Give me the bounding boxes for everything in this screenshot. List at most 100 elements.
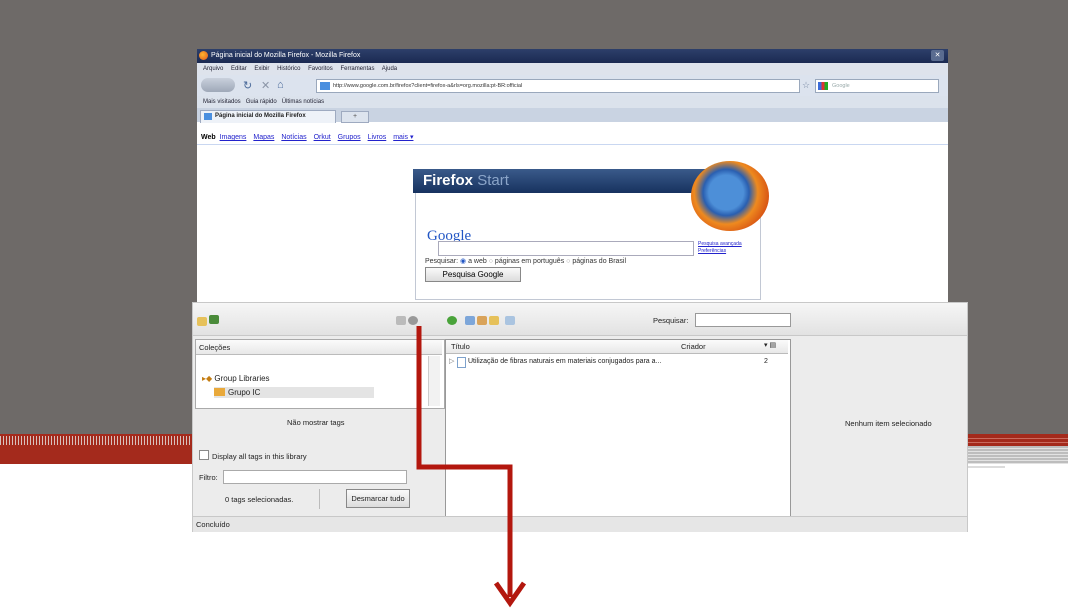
zotero-search-input[interactable]	[695, 313, 791, 327]
column-title[interactable]: Título	[451, 342, 470, 351]
table-row[interactable]: ▷ Utilização de fibras naturais em mater…	[446, 356, 788, 368]
window-titlebar: Página inicial do Mozilla Firefox - Mozi…	[197, 49, 948, 63]
close-icon[interactable]: ✕	[931, 50, 944, 61]
menu-favoritos[interactable]: Favoritos	[308, 66, 333, 72]
url-bar[interactable]: http://www.google.com.br/firefox?client=…	[316, 79, 800, 93]
collections-scrollbar[interactable]	[428, 356, 440, 406]
group-ic-item[interactable]: Grupo IC	[214, 387, 374, 398]
radio-pt-icon[interactable]: ○	[489, 258, 493, 265]
items-header: Título Criador ▾ ▤	[446, 340, 788, 354]
column-creator[interactable]: Criador	[681, 342, 706, 351]
collections-header: Coleções	[196, 340, 442, 355]
attachment-icon[interactable]	[489, 316, 499, 325]
stop-icon[interactable]: ✕	[261, 79, 270, 92]
stripe-hatch-left	[0, 436, 200, 445]
status-bar: Concluído	[193, 516, 967, 532]
navigation-toolbar: ↻ ✕ ⌂ http://www.google.com.br/firefox?c…	[197, 75, 948, 96]
filter-label: Filtro:	[199, 473, 218, 482]
preferences-link[interactable]: Preferências	[698, 248, 742, 255]
menu-exibir[interactable]: Exibir	[254, 66, 269, 72]
tab-title: Página inicial do Mozilla Firefox	[215, 113, 306, 119]
gbar-web: Web	[201, 134, 216, 141]
gbar-divider	[197, 144, 948, 145]
arrow-head-icon	[493, 581, 527, 608]
bookmark-mais-visitados[interactable]: Mais visitados	[203, 99, 241, 105]
items-pane: Título Criador ▾ ▤ ▷ Utilização de fibra…	[445, 339, 791, 517]
reload-icon[interactable]: ↻	[243, 79, 252, 92]
search-placeholder: Google	[832, 83, 850, 89]
deselect-all-button[interactable]: Desmarcar tudo	[346, 489, 410, 508]
menu-ajuda[interactable]: Ajuda	[382, 66, 397, 72]
gbar-imagens[interactable]: Imagens	[220, 134, 247, 141]
group-libraries-label: Group Libraries	[214, 374, 270, 383]
tag-footer-divider	[319, 489, 320, 509]
menu-arquivo[interactable]: Arquivo	[203, 66, 223, 72]
new-note-icon[interactable]	[477, 316, 487, 325]
document-icon	[457, 357, 466, 368]
google-icon	[818, 82, 828, 90]
tab-strip: Página inicial do Mozilla Firefox +	[197, 108, 948, 123]
zotero-toolbar: Pesquisar:	[193, 303, 967, 336]
item-title: Utilização de fibras naturais em materia…	[468, 358, 662, 365]
banner-start: Start	[477, 172, 509, 189]
stripe-hatch-right	[965, 446, 1068, 464]
google-query-input[interactable]	[438, 241, 694, 256]
url-text: http://www.google.com.br/firefox?client=…	[333, 83, 523, 89]
zotero-search-label: Pesquisar:	[653, 316, 689, 325]
search-scope-radios: Pesquisar: ◉ a web ○ páginas em portuguê…	[425, 257, 626, 265]
gbar-livros[interactable]: Livros	[368, 134, 387, 141]
advanced-search-link[interactable]: Pesquisa avançada	[698, 241, 742, 248]
advanced-search-icon[interactable]	[505, 316, 515, 325]
radio-web-icon[interactable]: ◉	[460, 258, 466, 265]
site-favicon-icon	[320, 82, 330, 90]
gbar-orkut[interactable]: Orkut	[314, 134, 331, 141]
google-search-button[interactable]: Pesquisa Google	[425, 267, 521, 282]
radio-br-label: páginas do Brasil	[572, 258, 627, 265]
gear-icon[interactable]	[408, 316, 418, 325]
banner-firefox: Firefox	[423, 172, 474, 189]
google-side-links: Pesquisa avançada Preferências	[698, 241, 742, 255]
radio-br-icon[interactable]: ○	[566, 258, 570, 265]
display-all-tags-checkbox[interactable]: Display all tags in this library	[199, 450, 307, 461]
group-libraries-item[interactable]: ▸◆ Group Libraries	[202, 374, 270, 383]
sync-icon[interactable]	[396, 316, 406, 325]
tag-filter-input[interactable]	[223, 470, 407, 484]
radio-web-label: a web	[468, 258, 487, 265]
gbar-mapas[interactable]: Mapas	[253, 134, 274, 141]
no-tags-text: Não mostrar tags	[287, 418, 345, 427]
group-libraries-icon: ▸◆	[202, 374, 213, 383]
expand-twisty-icon[interactable]: ▷	[449, 357, 454, 365]
zotero-pane: Pesquisar: Coleções ▸◆ Group Libraries G…	[192, 302, 968, 532]
status-text: Concluído	[196, 520, 230, 529]
radio-pt-label: páginas em português	[494, 258, 565, 265]
google-bar: Web Imagens Mapas Notícias Orkut Grupos …	[201, 133, 418, 141]
menu-historico[interactable]: Histórico	[277, 66, 300, 72]
tab-home[interactable]: Página inicial do Mozilla Firefox	[200, 110, 336, 123]
gbar-grupos[interactable]: Grupos	[338, 134, 361, 141]
bookmark-ultimas-noticias[interactable]: Últimas notícias	[282, 99, 324, 105]
gbar-noticias[interactable]: Notícias	[281, 134, 306, 141]
column-picker-icon[interactable]: ▾ ▤	[764, 341, 776, 349]
firefox-logo-icon	[691, 161, 769, 231]
search-box[interactable]: Google	[815, 79, 939, 93]
radios-label: Pesquisar:	[425, 258, 459, 265]
menu-bar: Arquivo Editar Exibir Histórico Favorito…	[197, 63, 948, 75]
add-by-identifier-icon[interactable]	[465, 316, 475, 325]
new-tab-button[interactable]: +	[341, 111, 369, 123]
firefox-logo-icon	[199, 51, 208, 60]
group-ic-label: Grupo IC	[228, 388, 261, 397]
bookmark-guia-rapido[interactable]: Guia rápido	[246, 99, 277, 105]
checkbox-icon	[199, 450, 209, 460]
new-item-icon[interactable]	[447, 316, 457, 325]
home-icon[interactable]: ⌂	[277, 79, 284, 91]
new-collection-icon[interactable]	[197, 317, 207, 326]
menu-editar[interactable]: Editar	[231, 66, 247, 72]
gbar-mais[interactable]: mais ▾	[393, 134, 413, 141]
bookmarks-toolbar: Mais visitados Guia rápido Últimas notíc…	[197, 96, 948, 108]
menu-ferramentas[interactable]: Ferramentas	[340, 66, 374, 72]
bookmark-star-icon[interactable]: ☆	[802, 80, 810, 91]
item-count: 2	[764, 358, 768, 365]
new-group-icon[interactable]	[209, 315, 219, 324]
firefox-window: Página inicial do Mozilla Firefox - Mozi…	[197, 49, 948, 304]
back-forward-button[interactable]	[201, 78, 235, 92]
